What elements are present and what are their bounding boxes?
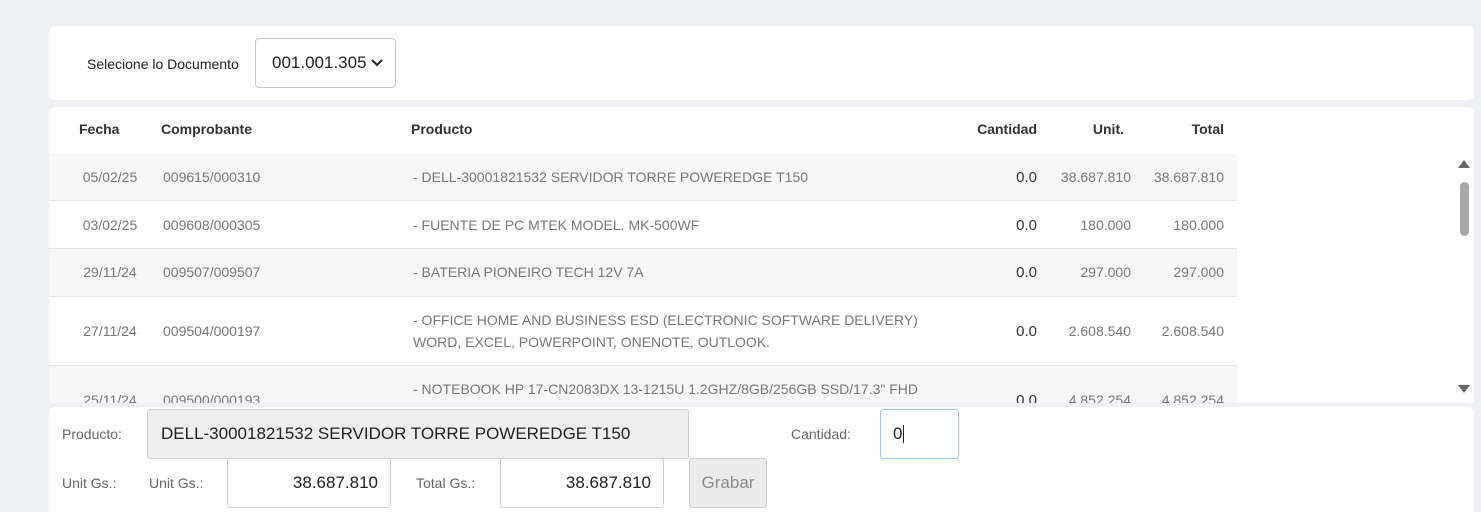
total-gs-field[interactable]: 38.687.810 [500, 458, 664, 508]
cell-unit: 4.852.254 [1068, 392, 1131, 403]
cantidad-field[interactable]: 0 [880, 409, 959, 459]
cell-total: 4.852.254 [1161, 392, 1224, 403]
header-unit[interactable]: Unit. [1093, 121, 1124, 137]
producto-field[interactable]: DELL-30001821532 SERVIDOR TORRE POWEREDG… [147, 409, 689, 459]
document-selector-panel: Selecione lo Documento 001.001.305 [49, 26, 1474, 100]
cell-unit: 2.608.540 [1068, 323, 1131, 339]
header-total[interactable]: Total [1192, 121, 1224, 137]
table-row[interactable]: 25/11/24 009500/000193 - NOTEBOOK HP 17-… [49, 366, 1237, 403]
document-select[interactable]: 001.001.305 [255, 38, 396, 88]
cell-unit: 297.000 [1080, 264, 1131, 280]
cell-producto: - FUENTE DE PC MTEK MODEL. MK-500WF [413, 217, 700, 233]
cell-comprobante: 009608/000305 [163, 217, 261, 233]
cell-producto: - BATERIA PIONEIRO TECH 12V 7A [413, 264, 644, 280]
history-table: Fecha Comprobante Producto Cantidad Unit… [49, 107, 1474, 403]
scroll-up-arrow-icon[interactable] [1458, 160, 1470, 168]
cell-comprobante: 009500/000193 [163, 392, 261, 403]
cell-unit: 180.000 [1080, 217, 1131, 233]
cell-fecha: 05/02/25 [82, 169, 138, 185]
header-comprobante[interactable]: Comprobante [161, 121, 252, 137]
table-header: Fecha Comprobante Producto Cantidad Unit… [49, 107, 1237, 153]
header-cantidad[interactable]: Cantidad [977, 121, 1037, 137]
producto-label: Producto: [62, 426, 122, 442]
cell-cantidad: 0.0 [1016, 217, 1037, 234]
cell-fecha: 27/11/24 [83, 323, 137, 339]
unit-gs-field[interactable]: 38.687.810 [227, 458, 391, 508]
header-fecha[interactable]: Fecha [79, 121, 119, 137]
scrollbar-thumb[interactable] [1460, 182, 1469, 236]
chevron-down-icon [371, 56, 383, 70]
cell-cantidad: 0.0 [1016, 323, 1037, 340]
cell-fecha: 03/02/25 [82, 217, 138, 233]
table-row[interactable]: 05/02/25 009615/000310 - DELL-3000182153… [49, 154, 1237, 201]
cell-total: 297.000 [1173, 264, 1224, 280]
unit-gs-label: Unit Gs.: [62, 475, 117, 491]
document-select-value: 001.001.305 [272, 53, 367, 72]
table-row[interactable]: 03/02/25 009608/000305 - FUENTE DE PC MT… [49, 202, 1237, 249]
cell-unit: 38.687.810 [1060, 169, 1131, 185]
total-gs-label: Total Gs.: [416, 475, 476, 491]
cell-producto: - DELL-30001821532 SERVIDOR TORRE POWERE… [413, 169, 809, 185]
cell-comprobante: 009615/000310 [163, 169, 261, 185]
cell-comprobante: 009504/000197 [163, 323, 261, 339]
cell-comprobante: 009507/009507 [163, 264, 261, 280]
cell-total: 38.687.810 [1153, 169, 1224, 185]
cell-total: 180.000 [1173, 217, 1224, 233]
cell-total: 2.608.540 [1161, 323, 1224, 339]
cell-cantidad: 0.0 [1016, 392, 1037, 403]
scroll-down-arrow-icon[interactable] [1458, 385, 1470, 393]
cell-fecha: 25/11/24 [83, 392, 137, 403]
table-row[interactable]: 27/11/24 009504/000197 - OFFICE HOME AND… [49, 297, 1237, 366]
unit-gs-field-label: Unit Gs.: [149, 475, 204, 491]
cell-producto: - NOTEBOOK HP 17-CN2083DX 13-1215U 1.2GH… [413, 381, 919, 397]
entry-form: Producto: DELL-30001821532 SERVIDOR TORR… [49, 407, 1474, 512]
cell-cantidad: 0.0 [1016, 264, 1037, 281]
cell-cantidad: 0.0 [1016, 169, 1037, 186]
grabar-button[interactable]: Grabar [689, 458, 767, 508]
header-producto[interactable]: Producto [411, 121, 472, 137]
cantidad-label: Cantidad: [791, 426, 851, 442]
table-row[interactable]: 29/11/24 009507/009507 - BATERIA PIONEIR… [49, 249, 1237, 297]
cell-fecha: 29/11/24 [83, 264, 137, 280]
document-selector-label: Selecione lo Documento [87, 56, 239, 72]
cell-producto: - OFFICE HOME AND BUSINESS ESD (ELECTRON… [413, 312, 918, 350]
